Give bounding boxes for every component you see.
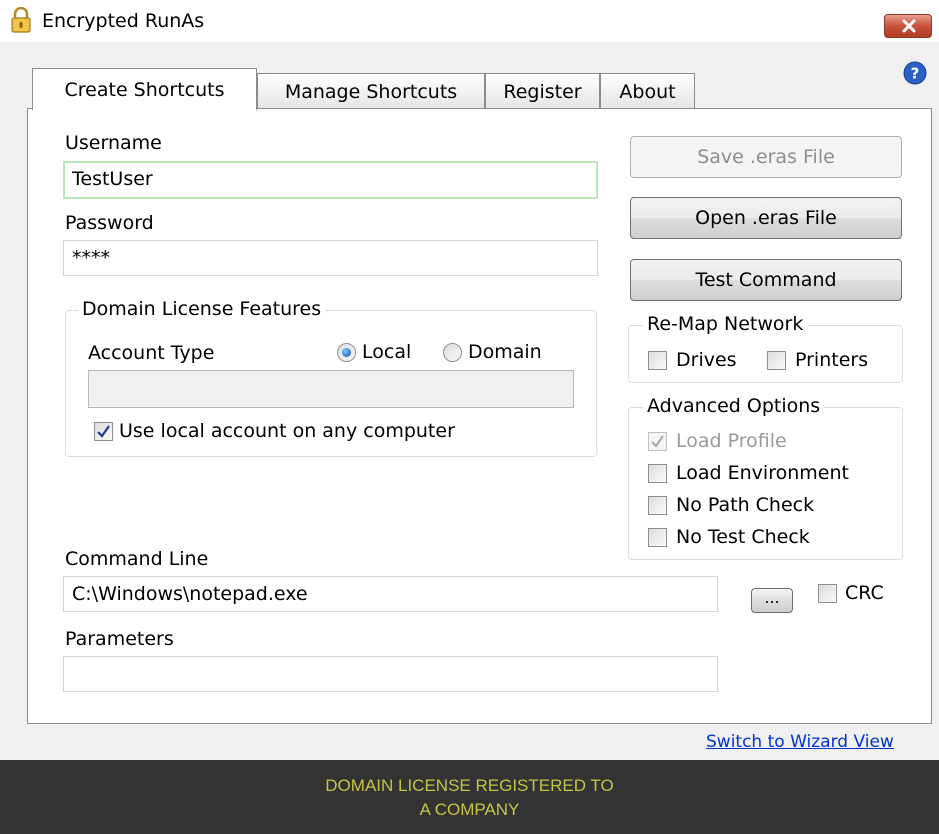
domain-license-group-title: Domain License Features (78, 298, 326, 320)
license-footer: DOMAIN LICENSE REGISTERED TO A COMPANY (0, 760, 939, 834)
password-input[interactable]: **** (63, 240, 598, 276)
domain-radio-label[interactable]: Domain (468, 341, 542, 363)
username-label: Username (65, 132, 162, 154)
load-profile-label: Load Profile (676, 430, 787, 452)
domain-name-field (88, 370, 574, 408)
save-eras-file-button[interactable]: Save .eras File (630, 136, 902, 178)
help-icon[interactable]: ? (903, 61, 927, 85)
use-local-account-label[interactable]: Use local account on any computer (119, 420, 455, 442)
drives-label[interactable]: Drives (676, 349, 737, 371)
license-line-2: A COMPANY (419, 800, 520, 819)
printers-label[interactable]: Printers (795, 349, 868, 371)
close-button[interactable] (884, 14, 932, 38)
username-input[interactable]: TestUser (63, 161, 598, 199)
domain-radio[interactable] (443, 343, 462, 362)
local-radio[interactable] (337, 343, 356, 362)
account-type-label: Account Type (88, 342, 215, 364)
password-label: Password (65, 212, 154, 234)
tab-create-shortcuts[interactable]: Create Shortcuts (32, 68, 257, 110)
advanced-options-group-title: Advanced Options (643, 395, 825, 417)
lock-icon (10, 6, 32, 33)
svg-text:?: ? (911, 65, 920, 83)
crc-label[interactable]: CRC (845, 582, 884, 604)
open-eras-file-button[interactable]: Open .eras File (630, 197, 902, 239)
local-radio-label[interactable]: Local (362, 341, 411, 363)
tab-manage-shortcuts[interactable]: Manage Shortcuts (257, 73, 485, 108)
license-footer-text: DOMAIN LICENSE REGISTERED TO A COMPANY (0, 774, 939, 822)
use-local-account-checkbox[interactable] (94, 422, 113, 441)
no-path-check-label[interactable]: No Path Check (676, 494, 814, 516)
no-test-check-label[interactable]: No Test Check (676, 526, 810, 548)
no-path-check-checkbox[interactable] (648, 496, 667, 515)
browse-button[interactable]: ... (751, 588, 793, 613)
tab-register[interactable]: Register (485, 73, 600, 108)
tab-about[interactable]: About (600, 73, 695, 108)
title-bar[interactable]: Encrypted RunAs (0, 0, 939, 42)
switch-to-wizard-view-link[interactable]: Switch to Wizard View (706, 732, 894, 752)
crc-checkbox[interactable] (818, 584, 837, 603)
test-command-button[interactable]: Test Command (630, 259, 902, 301)
remap-network-group-title: Re-Map Network (643, 313, 808, 335)
window-title: Encrypted RunAs (42, 10, 205, 32)
license-line-1: DOMAIN LICENSE REGISTERED TO (325, 776, 614, 795)
load-environment-checkbox[interactable] (648, 464, 667, 483)
command-line-label: Command Line (65, 548, 209, 570)
load-profile-checkbox (648, 432, 667, 451)
load-environment-label[interactable]: Load Environment (676, 462, 849, 484)
no-test-check-checkbox[interactable] (648, 528, 667, 547)
command-line-input[interactable]: C:\Windows\notepad.exe (63, 576, 718, 612)
drives-checkbox[interactable] (648, 351, 667, 370)
printers-checkbox[interactable] (767, 351, 786, 370)
app-window: Encrypted RunAs ? Create Shortcuts Manag… (0, 0, 939, 834)
close-icon (902, 19, 916, 33)
parameters-label: Parameters (65, 628, 174, 650)
parameters-input[interactable] (63, 656, 718, 692)
